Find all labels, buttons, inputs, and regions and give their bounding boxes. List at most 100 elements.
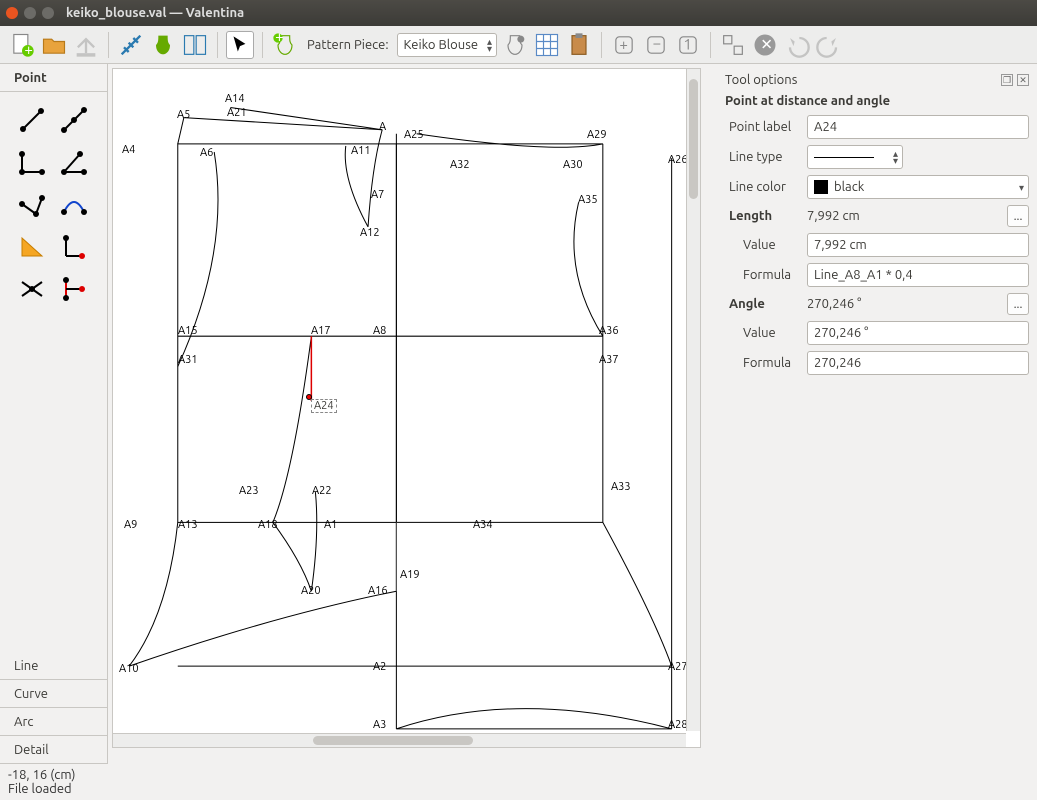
horizontal-scrollbar[interactable] xyxy=(113,733,686,747)
property-title: Point at distance and angle xyxy=(725,90,1029,112)
point-label[interactable]: A8 xyxy=(373,325,386,337)
tool-intersection-icon[interactable] xyxy=(12,268,52,308)
pointer-icon[interactable] xyxy=(226,31,254,59)
angle-value-label: Value xyxy=(725,326,801,340)
tab-curve[interactable]: Curve xyxy=(0,680,107,708)
save-file-icon[interactable] xyxy=(72,31,100,59)
point-label[interactable]: A7 xyxy=(371,189,384,201)
point-label[interactable]: A12 xyxy=(360,227,380,239)
panel-title: Tool options xyxy=(725,73,997,87)
tool-options-panel: Tool options ❐ ✕ Point at distance and a… xyxy=(717,64,1037,764)
config-piece-icon[interactable] xyxy=(501,31,529,59)
point-label[interactable]: A3 xyxy=(373,719,386,731)
point-label[interactable]: A18 xyxy=(258,519,278,531)
window-maximize-icon[interactable] xyxy=(42,7,54,19)
vertical-scrollbar[interactable] xyxy=(686,69,700,731)
length-value-input[interactable]: 7,992 cm xyxy=(807,233,1029,257)
tab-point[interactable]: Point xyxy=(0,64,107,92)
point-label[interactable]: A2 xyxy=(373,661,386,673)
line-color-select[interactable]: black▾ xyxy=(807,175,1029,199)
point-label[interactable]: A30 xyxy=(563,159,583,171)
line-type-select[interactable]: ▴▾ xyxy=(807,145,903,169)
point-label[interactable]: A28 xyxy=(668,719,688,731)
point-label-a24[interactable]: A24 xyxy=(311,399,337,413)
canvas-viewport[interactable]: A24 A4 A5 A14 A21 A6 A A25 A11 A29 A26 A32 A30 A7 A35… xyxy=(112,68,701,748)
tool-curve-point-icon[interactable] xyxy=(54,184,94,224)
tool-bisector-icon[interactable] xyxy=(12,184,52,224)
v-scroll-thumb[interactable] xyxy=(689,79,698,199)
measurements-icon[interactable] xyxy=(117,31,145,59)
point-label[interactable]: A23 xyxy=(239,485,259,497)
panel-close-icon[interactable]: ✕ xyxy=(1017,74,1029,86)
panel-detach-icon[interactable]: ❐ xyxy=(1001,74,1013,86)
point-label[interactable]: A13 xyxy=(178,519,198,531)
point-label[interactable]: A31 xyxy=(178,354,198,366)
pattern-body-icon[interactable] xyxy=(149,31,177,59)
tool-triangle-icon[interactable] xyxy=(12,226,52,266)
open-file-icon[interactable] xyxy=(40,31,68,59)
window-close-icon[interactable] xyxy=(6,7,18,19)
new-file-icon[interactable]: + xyxy=(8,31,36,59)
point-label-label: Point label xyxy=(725,120,801,134)
point-label[interactable]: A17 xyxy=(311,325,331,337)
tab-arc[interactable]: Arc xyxy=(0,708,107,736)
tool-point-height-icon[interactable] xyxy=(54,226,94,266)
point-label[interactable]: A22 xyxy=(312,485,332,497)
window-minimize-icon[interactable] xyxy=(24,7,36,19)
point-label[interactable]: A16 xyxy=(368,585,388,597)
zoom-reset-icon[interactable]: 1 xyxy=(674,31,702,59)
redo-icon[interactable] xyxy=(815,31,843,59)
layout-icon[interactable] xyxy=(181,31,209,59)
table-icon[interactable] xyxy=(533,31,561,59)
point-label-input[interactable]: A24 xyxy=(807,115,1029,139)
angle-formula-input[interactable]: 270,246 xyxy=(807,351,1029,375)
h-scroll-thumb[interactable] xyxy=(313,736,473,745)
point-label[interactable]: A37 xyxy=(599,354,619,366)
tool-point-on-line-icon[interactable] xyxy=(54,100,94,140)
length-formula-input[interactable]: Line_A8_A1 * 0,4 xyxy=(807,263,1029,287)
pattern-canvas[interactable] xyxy=(113,69,700,748)
point-label[interactable]: A34 xyxy=(473,519,493,531)
add-piece-icon[interactable]: + xyxy=(271,31,299,59)
angle-value-input[interactable]: 270,246 ° xyxy=(807,321,1029,345)
point-label[interactable]: A32 xyxy=(450,159,470,171)
point-tools xyxy=(0,92,107,652)
point-label[interactable]: A35 xyxy=(578,194,598,206)
length-display: 7,992 cm xyxy=(807,209,999,223)
point-label[interactable]: A1 xyxy=(324,519,337,531)
undo-icon[interactable] xyxy=(783,31,811,59)
pattern-piece-select[interactable]: Keiko Blouse ▴▾ xyxy=(397,33,497,57)
svg-text:+: + xyxy=(275,31,284,45)
length-more-button[interactable]: ... xyxy=(1007,205,1029,227)
point-label[interactable]: A14 xyxy=(225,93,245,105)
zoom-in-icon[interactable]: + xyxy=(610,31,638,59)
point-label[interactable]: A29 xyxy=(587,129,607,141)
tab-line[interactable]: Line xyxy=(0,652,107,680)
tool-perpendicular-icon[interactable] xyxy=(12,142,52,182)
point-label[interactable]: A5 xyxy=(177,109,190,121)
angle-more-button[interactable]: ... xyxy=(1007,293,1029,315)
point-label[interactable]: A36 xyxy=(599,325,619,337)
point-label[interactable]: A6 xyxy=(200,147,213,159)
point-label[interactable]: A33 xyxy=(611,481,631,493)
point-label[interactable]: A9 xyxy=(124,519,137,531)
point-label[interactable]: A21 xyxy=(227,107,247,119)
zoom-out-icon[interactable]: − xyxy=(642,31,670,59)
point-label[interactable]: A xyxy=(379,121,386,133)
point-label[interactable]: A15 xyxy=(178,325,198,337)
point-label[interactable]: A26 xyxy=(668,154,688,166)
tool-angle-icon[interactable] xyxy=(54,142,94,182)
point-label[interactable]: A11 xyxy=(351,145,371,157)
stop-icon[interactable]: ✕ xyxy=(751,31,779,59)
point-label[interactable]: A10 xyxy=(119,663,139,675)
tool-shoulder-icon[interactable] xyxy=(54,268,94,308)
point-label[interactable]: A20 xyxy=(301,585,321,597)
point-label[interactable]: A19 xyxy=(400,569,420,581)
point-label[interactable]: A25 xyxy=(404,129,424,141)
tab-detail[interactable]: Detail xyxy=(0,736,107,764)
zoom-fit-icon[interactable] xyxy=(719,31,747,59)
point-label[interactable]: A4 xyxy=(122,144,135,156)
clipboard-icon[interactable] xyxy=(565,31,593,59)
point-label[interactable]: A27 xyxy=(668,661,688,673)
tool-segment-icon[interactable] xyxy=(12,100,52,140)
